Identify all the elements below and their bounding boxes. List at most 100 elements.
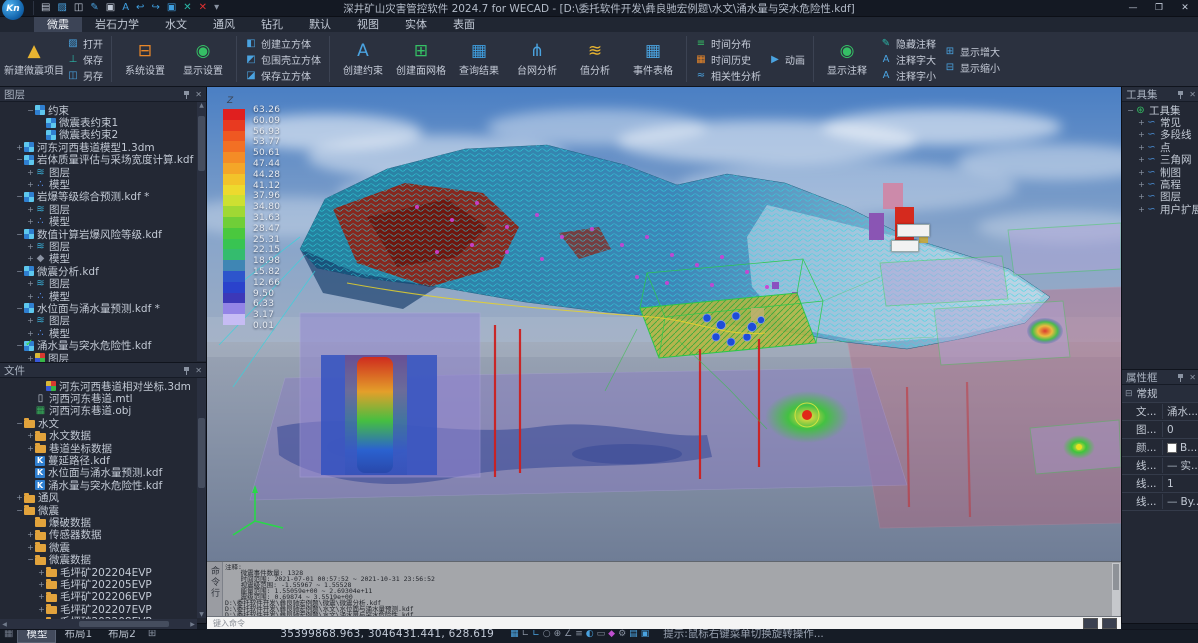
tree-twisty[interactable]: + <box>26 329 35 338</box>
qat-dropdown-icon[interactable]: ▾ <box>214 1 219 15</box>
menu-tab[interactable]: 岩石力学 <box>82 17 152 32</box>
tree-item[interactable]: +≋图层 <box>0 240 206 252</box>
tree-item[interactable]: −岩体质量评估与采场宽度计算.kdf * <box>0 154 206 166</box>
ribbon-button[interactable]: ⋔台网分析 <box>510 35 564 83</box>
ribbon-small-button[interactable]: ◪保存立方体 <box>243 68 323 83</box>
console-log[interactable]: 注释: 微震事件数量: 1328 时间范围: 2021-07-01 00:57:… <box>225 564 1111 616</box>
3d-viewport[interactable]: Z 63.2660.0956.9353.7750.6147.4444.2841.… <box>207 87 1121 561</box>
ribbon-small-button[interactable]: ⊞显示增大 <box>942 44 1002 59</box>
tree-item[interactable]: +∽用户扩展 <box>1122 203 1198 215</box>
close-panel-icon[interactable]: ✕ <box>1189 373 1196 382</box>
restore-button[interactable]: ❐ <box>1146 0 1172 16</box>
close-panel-icon[interactable]: ✕ <box>1189 90 1196 99</box>
minimize-button[interactable]: — <box>1120 0 1146 16</box>
tree-item[interactable]: K涌水量与突水危险性.kdf <box>0 479 206 491</box>
property-group-row[interactable]: ⊟ 常规 <box>1122 385 1198 403</box>
lineweight-icon[interactable]: ≡ <box>575 629 583 639</box>
property-row[interactable]: 文...涌水... <box>1122 403 1198 421</box>
units-icon[interactable]: ▤ <box>629 629 638 639</box>
tree-twisty[interactable]: + <box>26 292 35 301</box>
ribbon-small-button[interactable]: ≡时间分布 <box>693 36 763 51</box>
console-scrollbar[interactable] <box>1112 563 1120 616</box>
ribbon-small-button[interactable]: ✎隐藏注释 <box>878 36 938 51</box>
scroll-up-icon[interactable]: ▲ <box>197 102 206 109</box>
tree-twisty[interactable]: − <box>15 506 24 515</box>
scroll-thumb[interactable] <box>198 116 205 171</box>
close-panel-icon[interactable]: ✕ <box>195 366 202 375</box>
tree-item[interactable]: +◆模型 <box>0 253 206 265</box>
ribbon-button[interactable]: ▲新建微震项目 <box>7 35 61 83</box>
property-row[interactable]: 图...0 <box>1122 421 1198 439</box>
object-track-icon[interactable]: ∠ <box>564 629 572 639</box>
ribbon-small-button[interactable]: ≈相关性分析 <box>693 68 763 83</box>
save-icon[interactable]: ◫ <box>74 1 83 15</box>
tree-twisty[interactable]: + <box>26 217 35 226</box>
tree-item[interactable]: +传感器数据 <box>0 529 206 541</box>
ribbon-small-button[interactable]: ▨打开 <box>65 36 105 51</box>
ribbon-small-button[interactable]: ⊥保存 <box>65 52 105 67</box>
tree-twisty[interactable]: + <box>26 205 35 214</box>
tree-twisty[interactable]: + <box>26 316 35 325</box>
tree-twisty[interactable]: − <box>15 267 24 276</box>
tree-twisty[interactable]: + <box>15 143 24 152</box>
property-row[interactable]: 线...—By... <box>1122 493 1198 511</box>
collapse-icon[interactable]: ⊟ <box>1125 389 1133 399</box>
tree-twisty[interactable]: + <box>37 592 46 601</box>
ribbon-button[interactable]: ▦查询结果 <box>452 35 506 83</box>
menu-tab[interactable]: 通风 <box>200 17 248 32</box>
clean-screen-icon[interactable]: ▣ <box>641 629 650 639</box>
tree-twisty[interactable]: + <box>26 444 35 453</box>
tree-twisty[interactable]: − <box>15 341 24 350</box>
close-red-icon[interactable]: ✕ <box>199 1 207 15</box>
annotation-icon[interactable]: ◆ <box>608 629 615 639</box>
tree-twisty[interactable]: + <box>26 168 35 177</box>
ribbon-button[interactable]: A创建约束 <box>336 35 390 83</box>
tree-twisty[interactable]: − <box>15 419 24 428</box>
polar-tracking-icon[interactable]: ○ <box>543 629 551 639</box>
scroll-right-icon[interactable]: ▶ <box>188 621 197 628</box>
ortho-icon[interactable]: ∟ <box>532 629 540 639</box>
ribbon-button[interactable]: ◉显示设置 <box>176 35 230 83</box>
ribbon-button[interactable]: ▦事件表格 <box>626 35 680 83</box>
scroll-left-icon[interactable]: ◀ <box>0 621 9 628</box>
close-button[interactable]: ✕ <box>1172 0 1198 16</box>
ribbon-small-button[interactable]: ◧创建立方体 <box>243 36 323 51</box>
menu-tab[interactable]: 默认 <box>296 17 344 32</box>
ribbon-button[interactable]: ◉显示注释 <box>820 35 874 83</box>
pin-icon[interactable] <box>1177 373 1184 382</box>
tree-twisty[interactable]: + <box>37 568 46 577</box>
menu-tab[interactable]: 微震 <box>34 17 82 32</box>
console-tab[interactable]: 命令行 <box>207 562 223 617</box>
command-input[interactable]: 键入命令 <box>207 616 1121 629</box>
tree-item[interactable]: −微震分析.kdf <box>0 265 206 277</box>
tree-twisty[interactable]: + <box>1137 205 1146 214</box>
tree-item[interactable]: +≋图层 <box>0 166 206 178</box>
tree-twisty[interactable]: + <box>1137 130 1146 139</box>
ribbon-small-button[interactable]: ⊟显示缩小 <box>942 60 1002 75</box>
ribbon-small-button[interactable]: ▶动画 <box>767 52 807 67</box>
scroll-thumb[interactable] <box>198 418 205 488</box>
tree-item[interactable]: −水文 <box>0 417 206 429</box>
property-row[interactable]: 线...—实... <box>1122 457 1198 475</box>
tree-item[interactable]: +图层 <box>0 352 206 363</box>
open-file-icon[interactable]: ▨ <box>57 1 66 15</box>
snap-icon[interactable]: ∟ <box>522 629 530 639</box>
tree-twisty[interactable]: + <box>26 530 35 539</box>
tree-twisty[interactable]: − <box>15 155 24 164</box>
tree-twisty[interactable]: + <box>26 543 35 552</box>
scroll-thumb[interactable] <box>79 621 169 627</box>
tree-item[interactable]: +≋图层 <box>0 203 206 215</box>
ribbon-button[interactable]: ⊟系统设置 <box>118 35 172 83</box>
tree-twisty[interactable]: + <box>1137 180 1146 189</box>
menu-tab[interactable]: 水文 <box>152 17 200 32</box>
workspace-gear-icon[interactable]: ⚙ <box>618 629 626 639</box>
tree-item[interactable]: −微震 <box>0 504 206 516</box>
logo-a-icon[interactable]: A <box>122 1 129 15</box>
close-teal-icon[interactable]: ✕ <box>183 1 191 15</box>
ribbon-small-button[interactable]: ▦时间历史 <box>693 52 763 67</box>
scroll-thumb[interactable] <box>1113 564 1119 590</box>
osnap-icon[interactable]: ⊕ <box>554 629 562 639</box>
ribbon-small-button[interactable]: A注释字小 <box>878 68 938 83</box>
tree-twisty[interactable]: − <box>15 230 24 239</box>
pin-icon[interactable] <box>1177 90 1184 99</box>
